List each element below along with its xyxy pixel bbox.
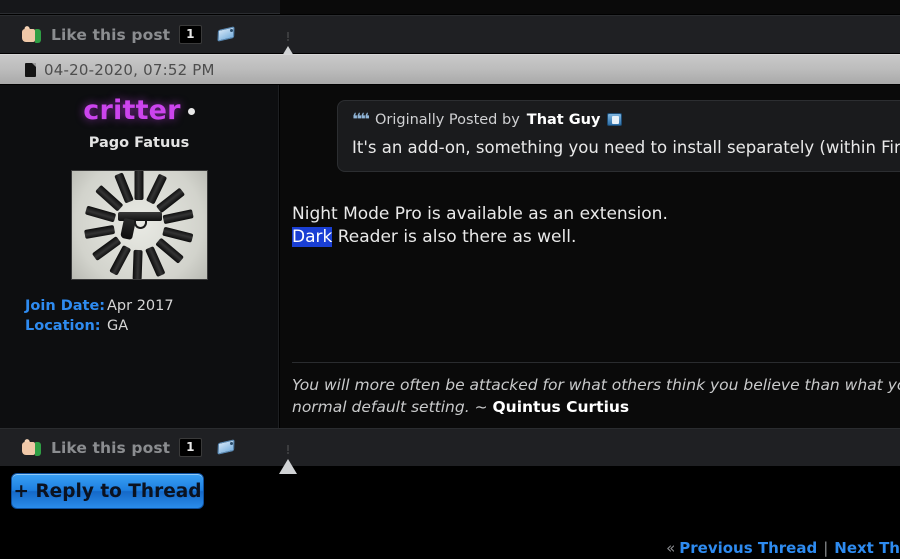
pistol-graphic — [116, 210, 162, 241]
post-date-bar: 04-20-2020, 07:52 PM — [0, 54, 900, 84]
stat-label: Location: — [25, 318, 101, 334]
like-count-badge-bottom: 1 — [179, 438, 202, 457]
quote-header: ❝❝ Originally Posted by That Guy — [352, 110, 900, 130]
thread-post-view: Like this post 1 04-20-2020, 07:52 PM cr… — [0, 0, 900, 559]
selected-text: Dark — [292, 226, 333, 247]
like-count-badge-top: 1 — [179, 25, 202, 44]
post-page-icon[interactable] — [25, 62, 36, 77]
stat-row: Location: GA — [25, 318, 278, 334]
post-user-info: critter Pago Fatuus Join Date: Apr 2017 … — [0, 85, 279, 428]
previous-post-edge-right — [280, 0, 900, 14]
quote-author-link[interactable]: That Guy — [527, 112, 601, 128]
previous-thread-link[interactable]: Previous Thread — [679, 539, 817, 557]
quote-marks-icon: ❝❝ — [352, 110, 370, 130]
signature-line-2: normal default setting. ~ Quintus Curtiu… — [292, 397, 900, 419]
report-warning-icon[interactable] — [278, 439, 297, 474]
post-body-line-2: Dark Reader is also there as well. — [292, 226, 892, 249]
quote-block: ❝❝ Originally Posted by That Guy It's an… — [337, 100, 900, 173]
chevron-left-icon: « — [666, 538, 676, 557]
post-body-line-1: Night Mode Pro is available as an extens… — [292, 204, 668, 224]
thread-navigation: « Previous Thread | Next Th — [0, 536, 900, 559]
quote-prefix: Originally Posted by — [374, 111, 520, 128]
post-body: Night Mode Pro is available as an extens… — [292, 203, 892, 249]
report-warning-icon[interactable] — [278, 26, 297, 61]
avatar[interactable] — [70, 170, 208, 280]
like-post-button-top[interactable]: Like this post — [51, 26, 170, 44]
user-stats: Join Date: Apr 2017 Location: GA — [0, 298, 278, 334]
user-title: Pago Fatuus — [88, 135, 190, 151]
post-timestamp: 04-20-2020, 07:52 PM — [44, 60, 215, 79]
reply-to-thread-button[interactable]: + Reply to Thread — [11, 473, 204, 509]
user-signature: You will more often be attacked for what… — [292, 375, 900, 418]
like-post-button-bottom[interactable]: Like this post — [51, 439, 170, 457]
previous-post-edge — [0, 0, 280, 14]
stat-value: Apr 2017 — [107, 298, 174, 314]
username-link[interactable]: critter — [83, 95, 180, 126]
post-message: ❝❝ Originally Posted by That Guy It's an… — [280, 85, 900, 428]
post-actions-bar-top: Like this post 1 — [0, 15, 900, 61]
stat-value: GA — [107, 318, 129, 334]
signature-line-2-text: normal default setting. ~ — [292, 397, 493, 416]
signature-separator — [292, 362, 900, 363]
user-badge-icon[interactable] — [607, 113, 623, 126]
post-actions-bar-bottom: Like this post 1 — [0, 428, 900, 474]
post-body-line-2-rest: Reader is also there as well. — [332, 226, 577, 247]
thumbs-up-icon[interactable] — [22, 24, 43, 44]
post-row: critter Pago Fatuus Join Date: Apr 2017 … — [0, 85, 900, 428]
stat-row: Join Date: Apr 2017 — [25, 298, 278, 314]
stat-label: Join Date: — [25, 298, 106, 314]
nav-separator: | — [823, 538, 829, 557]
next-thread-link[interactable]: Next Th — [834, 539, 900, 557]
tag-icon[interactable] — [216, 26, 237, 43]
thumbs-up-icon[interactable] — [22, 437, 43, 457]
signature-attribution: Quintus Curtius — [492, 397, 630, 416]
signature-line-1: You will more often be attacked for what… — [292, 376, 900, 394]
quote-body: It's an add-on, something you need to in… — [352, 138, 900, 157]
username-line: critter — [0, 85, 278, 126]
tag-icon[interactable] — [216, 439, 237, 456]
online-status-dot — [187, 108, 195, 115]
